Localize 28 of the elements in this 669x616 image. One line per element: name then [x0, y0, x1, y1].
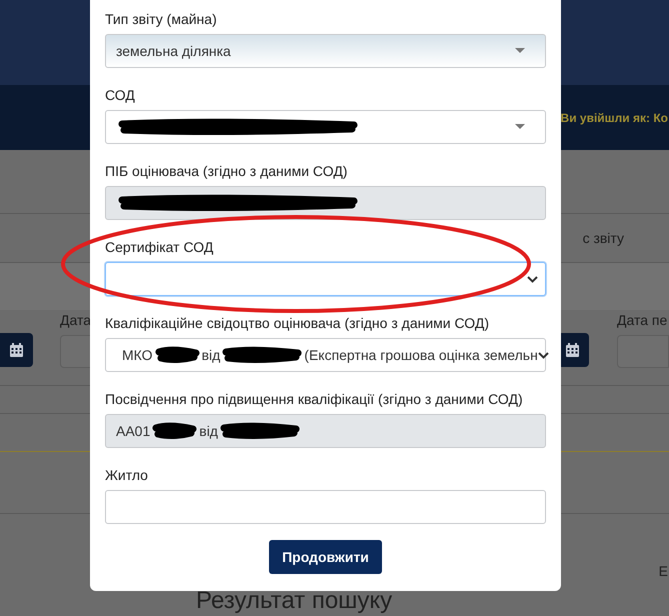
- select-field[interactable]: МКО від (Експертна грошова оцінка земельн: [105, 338, 546, 372]
- field-label: Тип звіту (майна): [105, 10, 217, 28]
- caret-icon: [515, 124, 525, 130]
- redaction-scribble: [152, 422, 198, 440]
- continue-button[interactable]: Продовжити: [269, 540, 382, 574]
- field-label: Посвідчення про підвищення кваліфікації (згідно з даними СОД): [105, 390, 523, 408]
- calendar-button[interactable]: [0, 333, 33, 367]
- field-label: Житло: [105, 466, 148, 484]
- results-heading: Результат пошуку: [196, 588, 392, 614]
- readonly-field: АА01 від: [105, 414, 546, 448]
- chevron-icon: [538, 352, 549, 358]
- chevron-icon: [527, 276, 538, 282]
- field-label: Сертифікат СОД: [105, 238, 214, 256]
- dropdown-field[interactable]: [105, 110, 546, 144]
- user-greeting: Ви увійшли як: Ко: [560, 110, 668, 124]
- calendar-icon: [10, 343, 23, 357]
- redaction-scribble: [154, 346, 200, 364]
- dropdown-field[interactable]: земельна ділянка: [105, 34, 546, 68]
- field-label: Дата пе: [617, 311, 668, 330]
- field-label: ПІБ оцінювача (згідно з даними СОД): [105, 162, 348, 180]
- text-field[interactable]: [105, 490, 546, 524]
- field-label: Кваліфікаційне свідоцтво оцінювача (згідно з даними СОД): [105, 314, 490, 332]
- field-label: СОД: [105, 86, 135, 104]
- column-label: Е: [658, 563, 668, 579]
- select-field[interactable]: [105, 262, 546, 296]
- caret-icon: [515, 48, 525, 54]
- field-label: с звіту: [582, 230, 624, 246]
- calendar-icon: [566, 343, 579, 357]
